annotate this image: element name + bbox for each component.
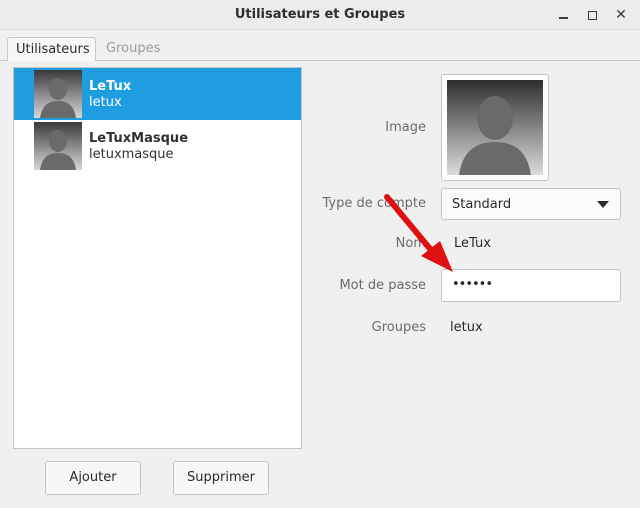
account-type-label: Type de compte bbox=[322, 196, 427, 211]
groups-label: Groupes bbox=[371, 320, 426, 335]
chevron-down-icon bbox=[597, 201, 609, 208]
user-image-button[interactable] bbox=[441, 74, 549, 181]
maximize-button[interactable] bbox=[581, 5, 603, 25]
name-value[interactable]: LeTux bbox=[454, 236, 491, 251]
minimize-icon bbox=[558, 17, 568, 19]
tab-utilisateurs[interactable]: Utilisateurs bbox=[7, 37, 96, 61]
minimize-button[interactable] bbox=[552, 5, 574, 25]
default-user-avatar-icon bbox=[447, 80, 543, 175]
name-label: Nom bbox=[395, 236, 426, 251]
account-type-select[interactable]: Standard bbox=[441, 188, 621, 220]
window-title: Utilisateurs et Groupes bbox=[234, 7, 406, 22]
tab-divider bbox=[0, 60, 640, 61]
user-display-name: LeTuxMasque bbox=[89, 131, 189, 146]
title-bar: Utilisateurs et Groupes ✕ bbox=[0, 0, 640, 30]
password-field[interactable]: •••••• bbox=[441, 269, 621, 302]
close-button[interactable]: ✕ bbox=[610, 5, 632, 25]
image-label: Image bbox=[385, 120, 426, 135]
default-user-avatar-icon bbox=[34, 70, 82, 118]
tab-groupes[interactable]: Groupes bbox=[98, 37, 168, 61]
default-user-avatar-icon bbox=[34, 122, 82, 170]
add-user-button[interactable]: Ajouter bbox=[45, 461, 141, 495]
user-list-item-letux[interactable]: LeTux letux bbox=[14, 68, 301, 120]
user-login-name: letuxmasque bbox=[89, 147, 174, 162]
user-list-item-letuxmasque[interactable]: LeTuxMasque letuxmasque bbox=[14, 120, 301, 172]
password-masked-value: •••••• bbox=[452, 277, 493, 292]
user-login-name: letux bbox=[89, 95, 122, 110]
groups-value[interactable]: letux bbox=[450, 320, 483, 335]
password-label: Mot de passe bbox=[339, 278, 426, 293]
user-display-name: LeTux bbox=[89, 79, 132, 94]
delete-user-button[interactable]: Supprimer bbox=[173, 461, 269, 495]
user-list[interactable]: LeTux letux LeTuxMasque letuxmasque bbox=[13, 67, 302, 449]
maximize-icon bbox=[587, 10, 597, 20]
account-type-value: Standard bbox=[452, 197, 512, 212]
